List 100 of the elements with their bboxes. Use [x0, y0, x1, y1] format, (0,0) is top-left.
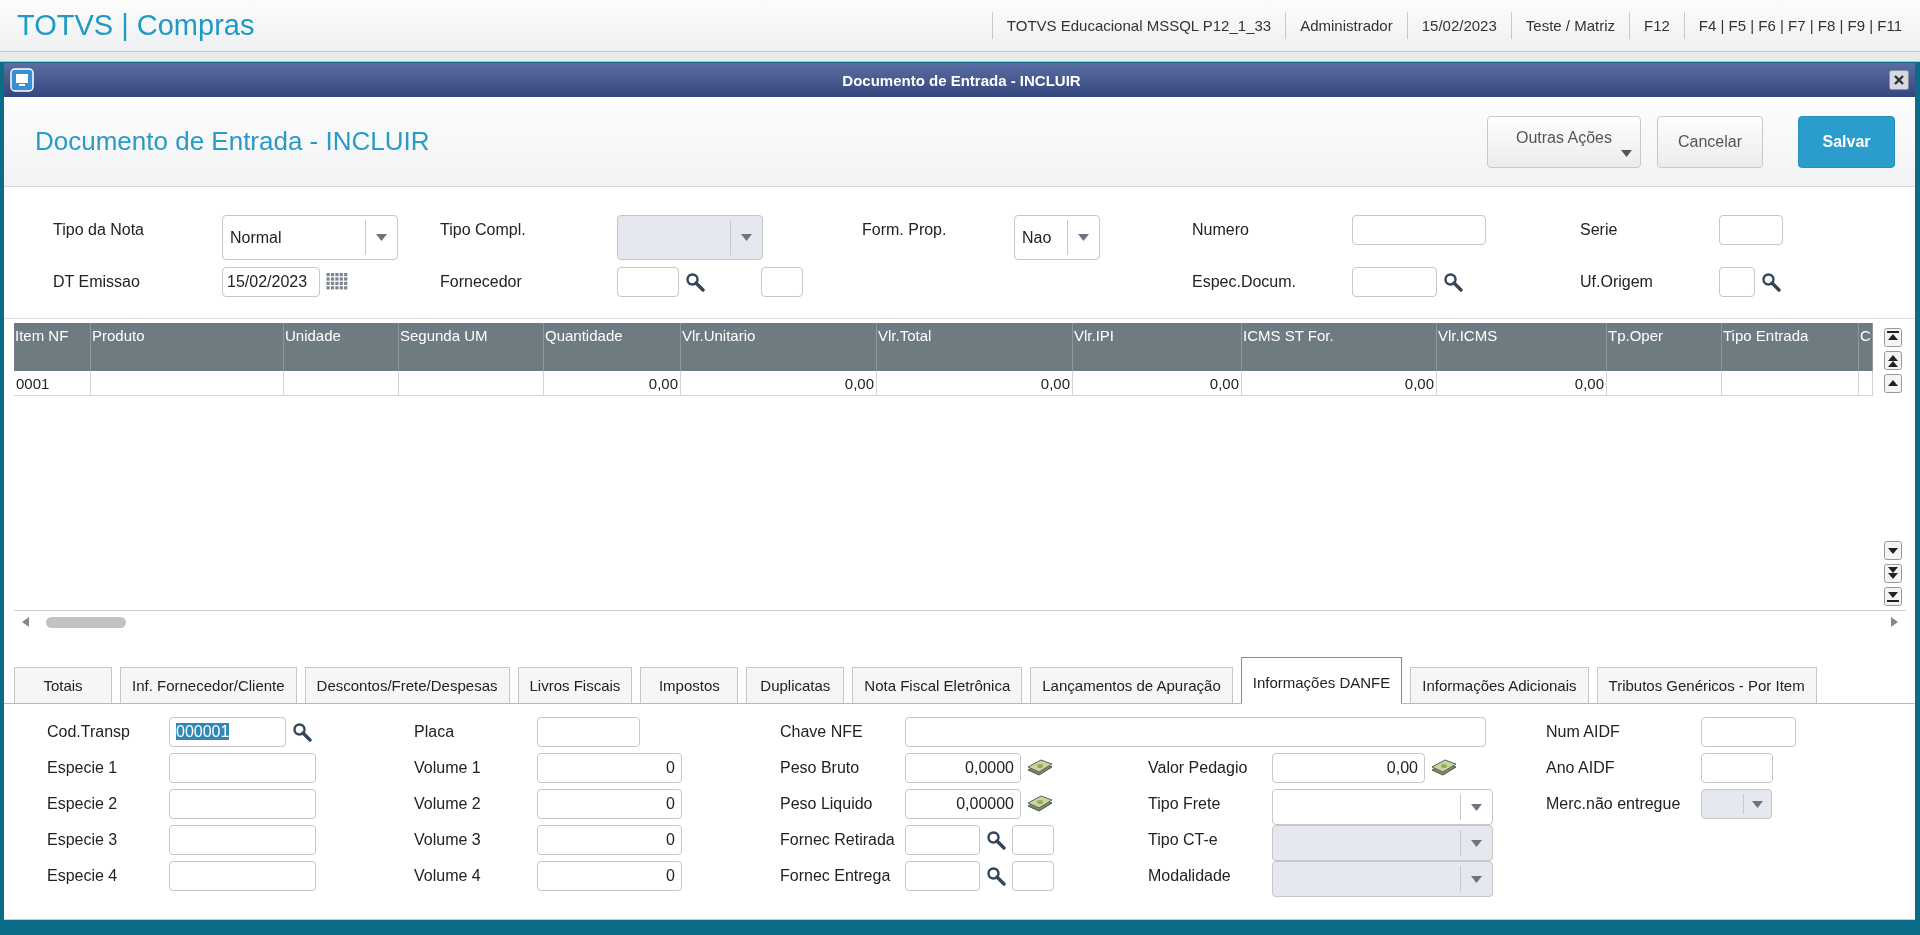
text-field[interactable] — [169, 861, 316, 891]
tab[interactable]: Impostos — [640, 667, 739, 703]
text-field[interactable]: 0 — [537, 789, 682, 819]
field-label: Uf.Origem — [1580, 271, 1654, 291]
text-field[interactable]: 0,0000 — [905, 753, 1021, 783]
text-field[interactable] — [1352, 215, 1486, 245]
field-label: Peso Liquido — [780, 794, 874, 813]
text-field[interactable]: 0,00 — [1272, 753, 1425, 783]
column-header[interactable]: ICMS ST For. — [1241, 323, 1437, 371]
scroll-up-button[interactable] — [1884, 374, 1902, 393]
scroll-right-button[interactable] — [1888, 615, 1900, 629]
field-label: Fornec Entrega — [780, 866, 892, 885]
text-field[interactable] — [1719, 266, 1755, 297]
tab[interactable]: Inf. Fornecedor/Cliente — [120, 667, 297, 703]
caret-icon — [741, 234, 752, 241]
dropdown[interactable] — [1272, 789, 1493, 825]
caret-icon — [1471, 839, 1482, 847]
tab[interactable]: Lançamentos de Apuração — [1030, 667, 1233, 703]
status-item: Administrador — [1285, 12, 1407, 39]
close-icon[interactable] — [1889, 70, 1909, 90]
status-item: TOTVS Educacional MSSQL P12_1_33 — [991, 12, 1286, 39]
window-title: Documento de Entrada - INCLUIR — [841, 71, 1082, 89]
scrollbar-thumb[interactable] — [46, 617, 126, 628]
tab[interactable]: Duplicatas — [746, 667, 845, 703]
column-header[interactable]: Tipo Entrada — [1721, 323, 1859, 371]
dropdown[interactable]: Normal — [222, 215, 398, 260]
text-field[interactable] — [1352, 266, 1437, 297]
text-field[interactable] — [169, 789, 316, 819]
table-cell: 0,00 — [1072, 371, 1242, 396]
field-label: Volume 1 — [414, 758, 482, 777]
text-field[interactable]: 15/02/2023 — [222, 266, 320, 297]
text-field[interactable] — [761, 266, 803, 297]
calendar-icon[interactable] — [326, 272, 349, 291]
status-item: 15/02/2023 — [1406, 12, 1511, 39]
scroll-left-button[interactable] — [20, 615, 32, 629]
table-cell: 0,00 — [543, 371, 681, 396]
caret-icon — [1620, 149, 1632, 157]
column-header[interactable]: Unidade — [283, 323, 399, 371]
column-header[interactable]: Vlr.Total — [876, 323, 1073, 371]
search-icon[interactable] — [685, 271, 705, 292]
text-field[interactable]: 0,00000 — [905, 789, 1021, 819]
text-field[interactable] — [169, 825, 316, 855]
text-field[interactable] — [905, 825, 980, 855]
search-icon[interactable] — [292, 722, 312, 742]
text-field[interactable] — [1012, 825, 1054, 855]
tab[interactable]: Nota Fiscal Eletrônica — [852, 667, 1023, 703]
column-header[interactable]: Quantidade — [543, 323, 681, 371]
field-label: Especie 2 — [47, 794, 119, 813]
caret-icon — [1752, 800, 1763, 808]
text-field[interactable]: 0 — [537, 825, 682, 855]
tab[interactable]: Informações Adicionais — [1410, 667, 1589, 703]
cancel-button[interactable]: Cancelar — [1656, 115, 1763, 168]
field-label: Volume 4 — [414, 866, 482, 885]
column-header[interactable]: Item NF — [14, 323, 91, 371]
text-field[interactable] — [1701, 717, 1796, 747]
text-field[interactable] — [1701, 753, 1773, 783]
scroll-page-up-button[interactable] — [1884, 351, 1902, 370]
tab[interactable]: Tributos Genéricos - Por Item — [1596, 667, 1817, 703]
field-label: Numero — [1192, 220, 1250, 239]
field-label: Volume 3 — [414, 830, 482, 849]
tab[interactable]: Descontos/Frete/Despesas — [304, 667, 510, 703]
column-header[interactable]: Tp.Oper — [1606, 323, 1722, 371]
column-header[interactable]: Vlr.Unitario — [680, 323, 877, 371]
text-field[interactable] — [617, 266, 679, 297]
banknote-icon[interactable] — [1431, 759, 1457, 777]
field-label: Cod.Transp — [47, 722, 131, 741]
search-icon[interactable] — [986, 830, 1006, 850]
menu-button[interactable]: Outras Ações — [1486, 115, 1641, 168]
tab[interactable]: Totais — [14, 667, 112, 703]
field-label: Especie 4 — [47, 866, 119, 885]
banknote-icon[interactable] — [1027, 795, 1053, 813]
status-item: F12 — [1629, 12, 1684, 39]
text-field[interactable]: 0 — [537, 753, 682, 783]
scroll-down-button[interactable] — [1884, 541, 1902, 560]
column-header[interactable]: Vlr.ICMS — [1436, 323, 1607, 371]
text-field[interactable] — [905, 717, 1486, 747]
scroll-top-button[interactable] — [1884, 328, 1902, 347]
table-cell: 0,00 — [876, 371, 1073, 396]
field-label: Chave NFE — [780, 722, 864, 741]
search-icon[interactable] — [986, 866, 1006, 886]
text-field[interactable] — [537, 717, 640, 747]
search-icon[interactable] — [1443, 271, 1463, 292]
app-title: TOTVS | Compras — [16, 9, 255, 42]
scroll-page-down-button[interactable] — [1884, 564, 1902, 583]
column-header[interactable]: Produto — [90, 323, 284, 371]
field-label: Form. Prop. — [862, 220, 948, 239]
banknote-icon[interactable] — [1027, 759, 1053, 777]
text-field[interactable]: 0 — [537, 861, 682, 891]
text-field[interactable] — [1012, 861, 1054, 891]
tab[interactable]: Informações DANFE — [1240, 657, 1403, 704]
text-field[interactable] — [905, 861, 980, 891]
column-header[interactable]: Vlr.IPI — [1072, 323, 1242, 371]
dropdown[interactable]: Nao — [1014, 215, 1100, 260]
search-icon[interactable] — [1761, 271, 1781, 292]
text-field[interactable] — [1719, 215, 1783, 245]
scroll-bottom-button[interactable] — [1884, 587, 1902, 606]
text-field[interactable]: 000001 — [169, 717, 286, 747]
text-field[interactable] — [169, 753, 316, 783]
tab[interactable]: Livros Fiscais — [517, 667, 633, 703]
column-header[interactable]: Segunda UM — [398, 323, 544, 371]
